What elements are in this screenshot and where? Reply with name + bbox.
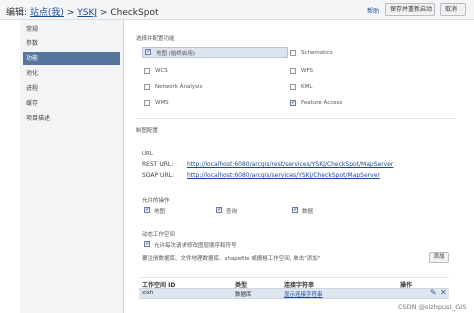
operation-label: 数据 — [302, 209, 314, 215]
checkbox[interactable] — [290, 99, 296, 106]
soap-url-link[interactable]: http://localhost:6080/arcgis/services/YS… — [187, 172, 380, 179]
sidebar-item-caching[interactable]: 缓存 — [23, 97, 120, 110]
breadcrumb: 编辑: 站点(我) > YSKJ > CheckSpot — [6, 5, 158, 18]
capability-label: WCS — [155, 68, 168, 74]
help-link[interactable]: 帮助 — [367, 6, 379, 15]
rest-url-label: REST URL: — [142, 161, 174, 168]
capability-schematics[interactable]: Schematics — [290, 48, 436, 59]
dynamic-layers-label: 允许每次请求修改图层顺序和符号 — [154, 243, 237, 249]
breadcrumb-prefix: 编辑: — [6, 8, 28, 18]
checkbox[interactable] — [145, 48, 151, 55]
sidebar-item-capabilities[interactable]: 功能 — [23, 52, 120, 65]
divider — [139, 277, 449, 278]
main-content: 选择并配置功能 地图 (始终启用) Schematics WCS WFS Net… — [124, 20, 474, 313]
divider — [136, 118, 456, 119]
sidebar: 常规 参数 功能 池化 进程 缓存 项目描述 — [20, 20, 124, 313]
checkbox[interactable] — [144, 206, 150, 213]
checkbox[interactable] — [290, 50, 296, 56]
breadcrumb-folder-link[interactable]: YSKJ — [77, 8, 97, 18]
rest-url-row: REST URL: http://localhost:6080/arcgis/r… — [142, 160, 452, 169]
checkbox[interactable] — [290, 84, 296, 90]
breadcrumb-separator: > — [99, 8, 108, 18]
capabilities-section-title: 选择并配置功能 — [136, 36, 175, 42]
checkbox[interactable] — [144, 84, 150, 90]
capability-label: WFS — [301, 68, 313, 74]
capability-label: Schematics — [301, 50, 333, 56]
show-connection-string-link[interactable]: 显示连接字符串 — [284, 290, 323, 298]
edit-icon[interactable]: ✎ — [430, 288, 437, 297]
soap-url-row: SOAP URL: http://localhost:6080/arcgis/s… — [142, 171, 452, 180]
map-config-section-title: 制图配置 — [136, 128, 159, 134]
capability-label: Network Analysis — [155, 84, 203, 90]
breadcrumb-site-link[interactable]: 站点(我) — [30, 8, 64, 18]
save-restart-button[interactable]: 保存并重新启动 — [385, 3, 435, 16]
url-subtitle: URL — [142, 151, 153, 157]
sidebar-item-general[interactable]: 常规 — [23, 23, 120, 36]
checkbox[interactable] — [144, 240, 150, 247]
watermark: CSDN @sizhpust_GIS — [398, 303, 467, 311]
capability-network-analysis[interactable]: Network Analysis — [144, 82, 290, 93]
rest-url-link[interactable]: http://localhost:6080/arcgis/rest/servic… — [187, 161, 393, 168]
capability-kml[interactable]: KML — [290, 82, 436, 93]
checkbox[interactable] — [144, 100, 150, 106]
capability-feature-access[interactable]: Feature Access — [290, 98, 436, 109]
operations-subtitle: 允许的操作 — [142, 198, 170, 204]
checkbox[interactable] — [290, 68, 296, 74]
workspace-type-cell: 数据库 — [235, 292, 252, 298]
delete-icon[interactable]: ✕ — [440, 288, 447, 297]
capability-label: WMS — [155, 100, 169, 106]
breadcrumb-service: CheckSpot — [110, 8, 159, 18]
capability-label: 地图 (始终启用) — [156, 51, 196, 57]
workspace-id-cell: xixh — [142, 290, 154, 296]
add-workspace-button[interactable]: 添加 — [429, 252, 449, 263]
operation-label: 查询 — [226, 209, 238, 215]
capability-map[interactable]: 地图 (始终启用) — [142, 47, 288, 58]
cancel-button[interactable]: 取消 — [440, 3, 466, 16]
sidebar-item-pooling[interactable]: 池化 — [23, 67, 120, 80]
dynamic-workspace-description: 要注册数据库、文件地理数据库、shapefile 或栅格工作空间, 单击"添加" — [142, 256, 321, 262]
capability-wfs[interactable]: WFS — [290, 66, 436, 77]
dynamic-workspace-subtitle: 动态工作空间 — [142, 232, 176, 238]
checkbox[interactable] — [216, 206, 222, 213]
operation-label: 地图 — [154, 209, 166, 215]
checkbox[interactable] — [292, 206, 298, 213]
sidebar-item-parameters[interactable]: 参数 — [23, 37, 120, 50]
capability-wcs[interactable]: WCS — [144, 66, 290, 77]
capability-label: KML — [301, 84, 313, 90]
capability-label: Feature Access — [301, 100, 343, 106]
soap-url-label: SOAP URL: — [142, 172, 174, 179]
checkbox[interactable] — [144, 68, 150, 74]
sidebar-item-processes[interactable]: 进程 — [23, 82, 120, 95]
top-bar: 编辑: 站点(我) > YSKJ > CheckSpot 帮助 保存并重新启动 … — [0, 0, 474, 20]
sidebar-item-item-description[interactable]: 项目描述 — [23, 112, 120, 125]
capability-wms[interactable]: WMS — [144, 98, 290, 109]
breadcrumb-separator: > — [66, 8, 75, 18]
